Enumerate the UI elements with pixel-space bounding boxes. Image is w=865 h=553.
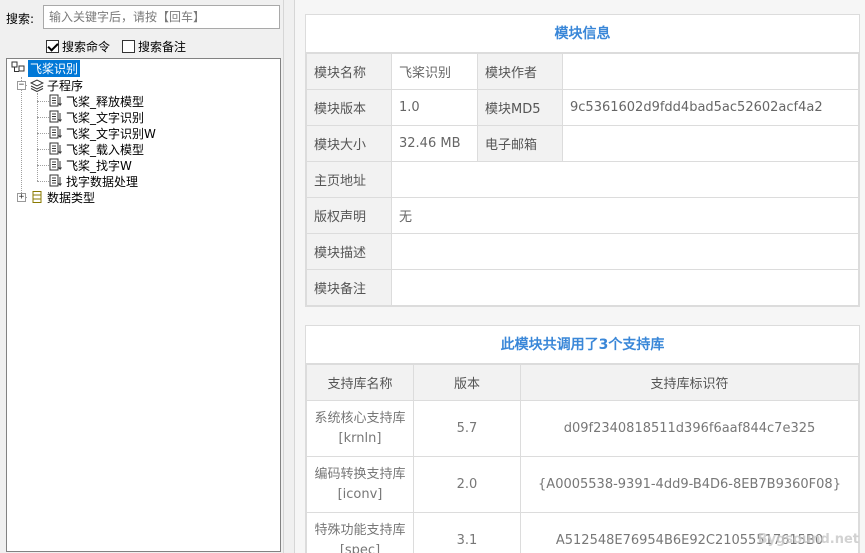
field-label: 模块作者 <box>477 53 563 90</box>
field-label: 模块描述 <box>306 233 392 270</box>
subroutine-icon <box>49 142 63 156</box>
search-bar: 搜索: <box>0 4 283 30</box>
subroutine-icon <box>49 94 63 108</box>
library-code: [spec] <box>339 542 381 553</box>
datatype-icon <box>30 190 44 204</box>
field-label: 模块大小 <box>306 125 392 162</box>
pane-splitter[interactable] <box>283 0 295 553</box>
tree-item-label: 飞桨_释放模型 <box>66 94 145 109</box>
search-commands-checkbox[interactable]: 搜索命令 <box>46 38 110 55</box>
support-libraries-table: 支持库名称 版本 支持库标识符 系统核心支持库 [krnln] 5.7 d09f2… <box>306 364 859 553</box>
tree-item-label: 找字数据处理 <box>66 174 139 189</box>
tree-item[interactable]: 飞桨_找字W <box>49 157 132 173</box>
tree-root-label[interactable]: 飞桨识别 <box>28 59 81 77</box>
module-version-value: 1.0 <box>391 89 478 126</box>
detail-panel: 模块信息 模块名称 飞桨识别 模块作者 模块版本 1.0 模块MD5 9c536… <box>295 0 865 553</box>
module-description-value <box>391 233 859 270</box>
module-name-value: 飞桨识别 <box>391 53 478 90</box>
tree-item-label: 飞桨_找字W <box>66 158 132 173</box>
expand-icon[interactable]: + <box>17 192 26 202</box>
column-header: 版本 <box>413 364 521 401</box>
subroutine-icon <box>49 174 63 188</box>
module-email-value <box>562 125 859 162</box>
library-name-cell: 编码转换支持库 [iconv] <box>306 456 414 513</box>
library-code: [iconv] <box>337 486 383 502</box>
module-info-card: 模块信息 模块名称 飞桨识别 模块作者 模块版本 1.0 模块MD5 9c536… <box>305 14 860 307</box>
search-notes-checkbox[interactable]: 搜索备注 <box>122 38 186 55</box>
module-md5-value: 9c5361602d9fdd4bad5ac52602acf4a2 <box>562 89 859 126</box>
library-id: d09f2340818511d396f6aaf844c7e325 <box>520 400 859 457</box>
field-label: 电子邮箱 <box>477 125 563 162</box>
module-homepage-value <box>391 161 859 198</box>
watermark: Bygsound.net <box>757 532 859 547</box>
library-name: 系统核心支持库 <box>314 410 406 426</box>
library-id: {A0005538-9391-4dd9-B4D6-8EB7B9360F08} <box>520 456 859 513</box>
tree-group-datatypes[interactable]: + 数据类型 <box>17 189 95 205</box>
module-icon <box>11 61 25 75</box>
search-commands-label: 搜索命令 <box>62 40 111 54</box>
library-code: [krnln] <box>338 430 382 446</box>
field-label: 主页地址 <box>306 161 392 198</box>
search-label: 搜索: <box>6 12 35 26</box>
search-input[interactable] <box>43 5 280 29</box>
library-version: 3.1 <box>413 512 521 553</box>
subroutine-icon <box>49 126 63 140</box>
library-version: 5.7 <box>413 400 521 457</box>
tree-item[interactable]: 飞桨_文字识别 <box>49 109 144 125</box>
column-header: 支持库名称 <box>306 364 414 401</box>
collapse-icon[interactable]: − <box>17 80 26 90</box>
field-label: 模块版本 <box>306 89 392 126</box>
tree-item[interactable]: 飞桨_文字识别W <box>49 125 156 141</box>
tree-item[interactable]: 飞桨_载入模型 <box>49 141 144 157</box>
module-size-value: 32.46 MB <box>391 125 478 162</box>
table-row: 系统核心支持库 [krnln] 5.7 d09f2340818511d396f6a… <box>306 400 859 457</box>
library-version: 2.0 <box>413 456 521 513</box>
column-header: 支持库标识符 <box>520 364 859 401</box>
tree-group-label: 数据类型 <box>47 190 96 205</box>
field-label: 模块MD5 <box>477 89 563 126</box>
search-notes-label: 搜索备注 <box>138 40 187 54</box>
module-tree[interactable]: 飞桨识别 − 子程序 飞桨_释放模型 飞桨_文字识别 飞桨_文字识别W 飞桨_载… <box>6 58 281 552</box>
module-info-title: 模块信息 <box>306 15 859 53</box>
table-row: 编码转换支持库 [iconv] 2.0 {A0005538-9391-4dd9-B… <box>306 456 859 513</box>
tree-root[interactable]: 飞桨识别 <box>11 59 81 77</box>
tree-group-subroutines[interactable]: − 子程序 <box>17 77 83 93</box>
layers-icon <box>30 78 44 92</box>
module-info-table: 模块名称 飞桨识别 模块作者 模块版本 1.0 模块MD5 9c5361602d… <box>306 53 859 306</box>
library-name-cell: 系统核心支持库 [krnln] <box>306 400 414 457</box>
field-label: 模块名称 <box>306 53 392 90</box>
support-libraries-title: 此模块共调用了3个支持库 <box>306 326 859 364</box>
tree-group-label: 子程序 <box>47 78 84 93</box>
library-name-cell: 特殊功能支持库 [spec] <box>306 512 414 553</box>
library-name: 编码转换支持库 <box>314 466 406 482</box>
subroutine-icon <box>49 158 63 172</box>
module-copyright-value: 无 <box>391 197 859 234</box>
tree-item[interactable]: 飞桨_释放模型 <box>49 93 144 109</box>
library-name: 特殊功能支持库 <box>314 522 406 538</box>
left-panel: 搜索: 搜索命令 搜索备注 飞桨识别 − <box>0 0 283 553</box>
search-options: 搜索命令 搜索备注 <box>0 37 283 55</box>
tree-item-label: 飞桨_载入模型 <box>66 142 145 157</box>
field-label: 版权声明 <box>306 197 392 234</box>
tree-item[interactable]: 找字数据处理 <box>49 173 138 189</box>
module-note-value <box>391 269 859 306</box>
support-libraries-card: 此模块共调用了3个支持库 支持库名称 版本 支持库标识符 系统核心支持库 [krn… <box>305 325 860 553</box>
module-author-value <box>562 53 859 90</box>
checkbox-checked-icon[interactable] <box>46 40 59 53</box>
subroutine-icon <box>49 110 63 124</box>
tree-item-label: 飞桨_文字识别W <box>66 126 156 141</box>
tree-item-label: 飞桨_文字识别 <box>66 110 145 125</box>
field-label: 模块备注 <box>306 269 392 306</box>
checkbox-unchecked-icon[interactable] <box>122 40 135 53</box>
